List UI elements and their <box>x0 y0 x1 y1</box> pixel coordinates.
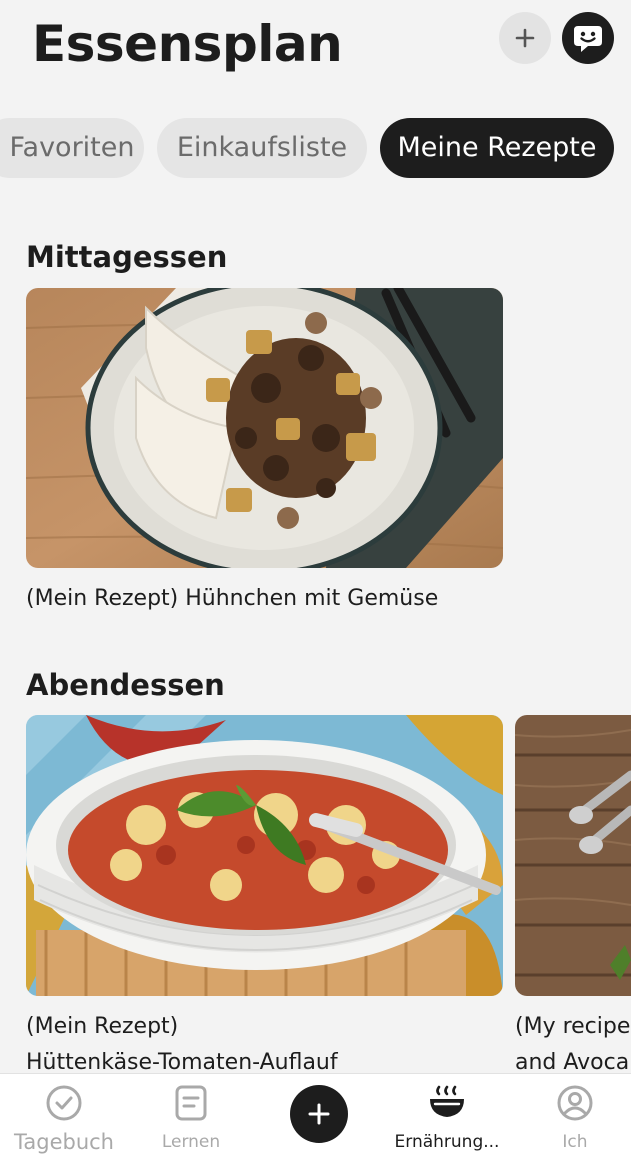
tab-meine-rezepte[interactable]: Meine Rezepte <box>380 118 614 178</box>
recipe-card-title-line1[interactable]: (Mein Rezept) <box>26 1009 503 1045</box>
nav-label: Lernen <box>161 1132 221 1152</box>
recipe-card-title-line1[interactable]: (My recipe <box>515 1009 631 1045</box>
smiley-chat-icon <box>574 26 602 52</box>
tab-favoriten[interactable]: Favoriten <box>0 118 144 178</box>
page-title: Essensplan <box>32 15 343 73</box>
recipe-card-image[interactable] <box>515 715 631 996</box>
nav-label: Ich <box>562 1132 588 1152</box>
add-entry-button[interactable] <box>290 1085 348 1143</box>
plus-icon <box>308 1103 330 1125</box>
nav-item-lernen[interactable]: Lernen <box>126 1082 256 1152</box>
nav-item-ernaehrung[interactable]: Ernährung... <box>382 1082 512 1152</box>
chat-button[interactable] <box>562 12 614 64</box>
nav-item-tagebuch[interactable]: Tagebuch <box>0 1082 129 1154</box>
nav-label: Tagebuch <box>14 1130 114 1154</box>
plus-icon <box>515 28 535 48</box>
recipe-card-title[interactable]: (Mein Rezept) Hühnchen mit Gemüse <box>26 581 626 617</box>
add-button[interactable] <box>499 12 551 64</box>
steaming-bowl-icon <box>430 1085 464 1117</box>
recipe-card-image[interactable] <box>26 288 503 568</box>
section-title-abendessen: Abendessen <box>26 668 225 702</box>
tab-bar: Favoriten Einkaufsliste Meine Rezepte <box>0 118 631 178</box>
nav-label: Ernährung... <box>394 1132 500 1152</box>
tab-einkaufsliste[interactable]: Einkaufsliste <box>157 118 367 178</box>
section-title-mittagessen: Mittagessen <box>26 240 228 274</box>
check-circle-icon <box>46 1085 82 1121</box>
profile-icon <box>557 1085 593 1121</box>
nav-item-ich[interactable]: Ich <box>510 1082 631 1152</box>
bottom-navigation: Tagebuch Lernen Ernährung... Ich <box>0 1073 631 1160</box>
document-icon <box>175 1085 207 1121</box>
recipe-card-image[interactable] <box>26 715 503 996</box>
